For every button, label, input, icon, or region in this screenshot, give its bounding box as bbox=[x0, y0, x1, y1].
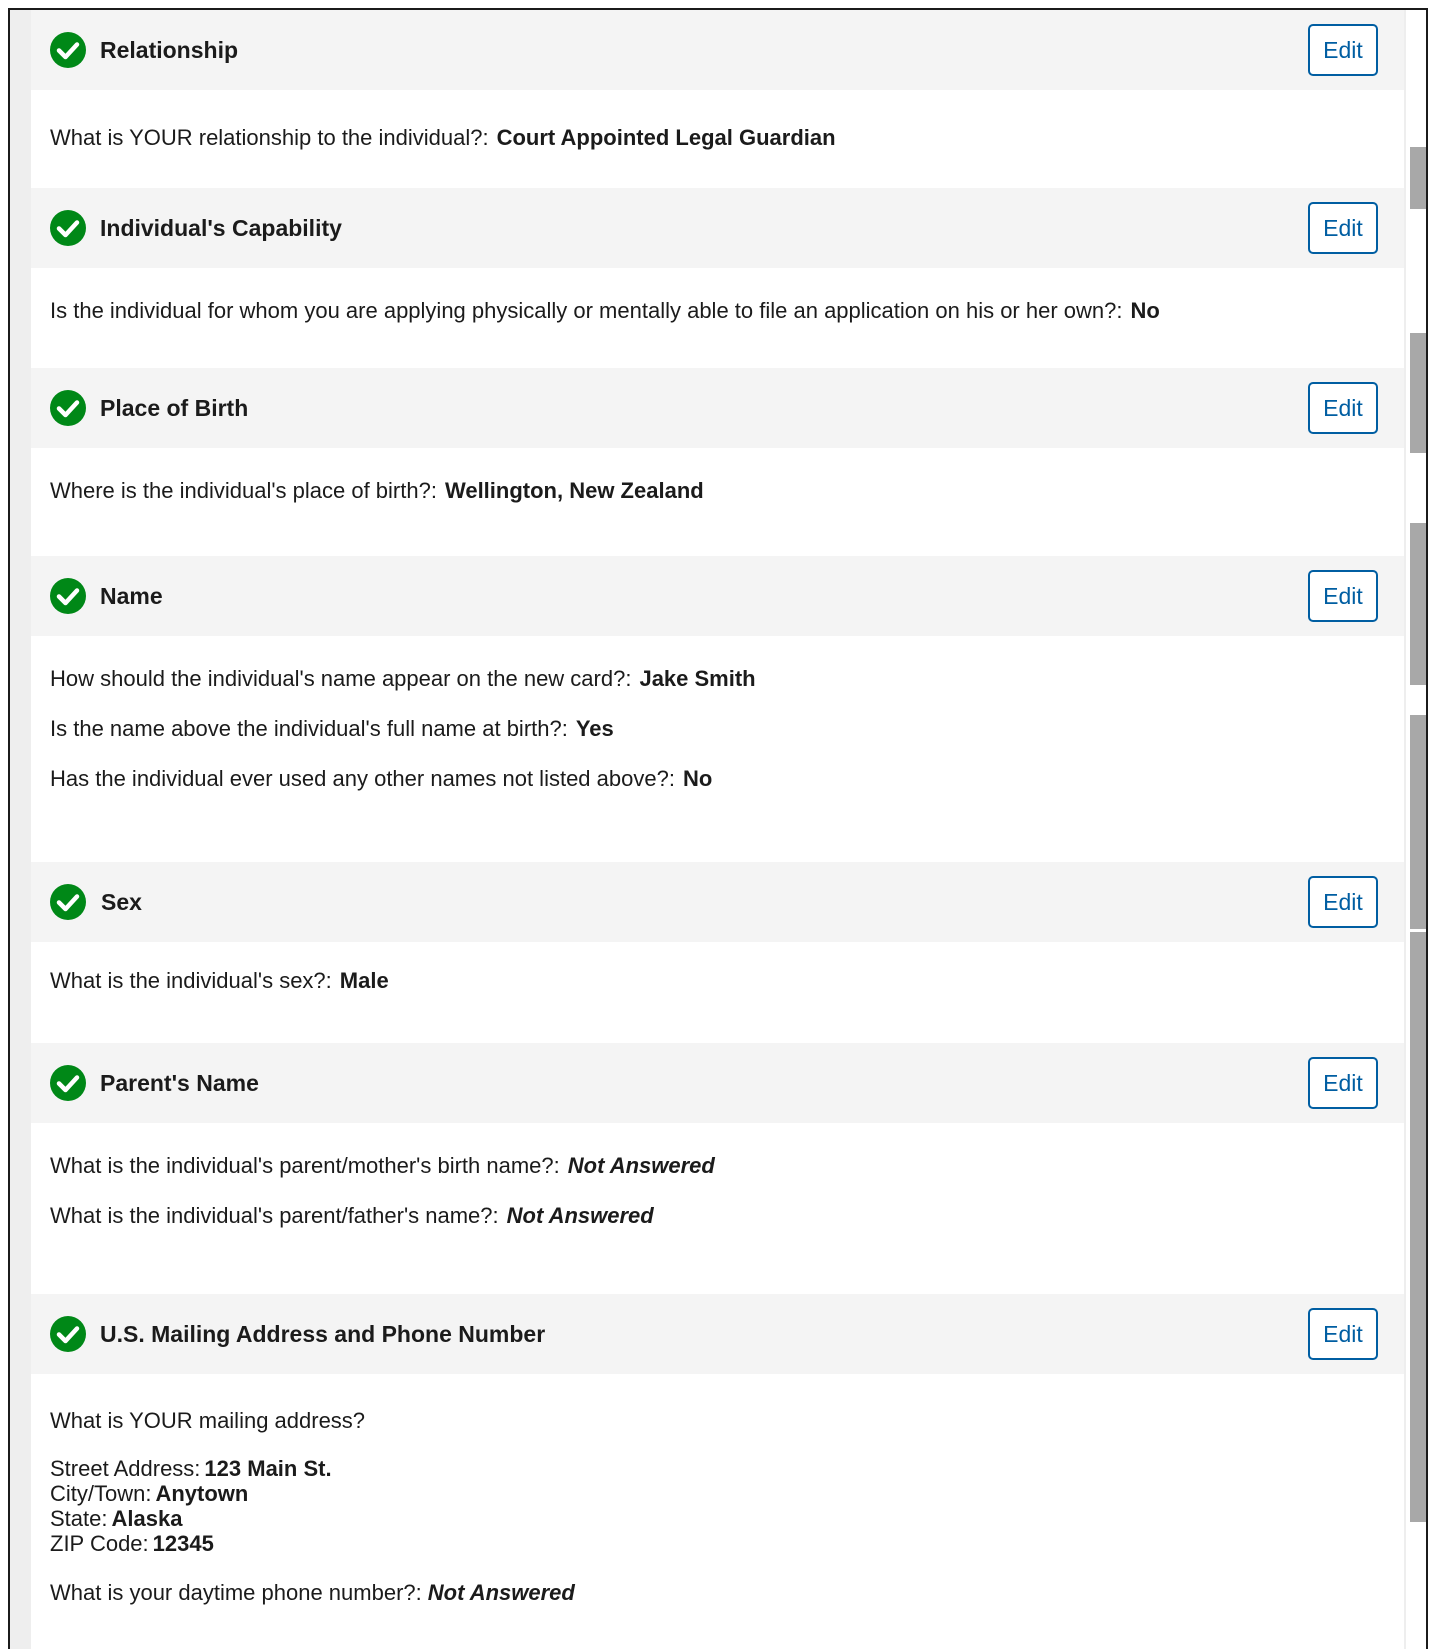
street-address-line: Street Address: 123 Main St. bbox=[50, 1456, 332, 1482]
scrollbar-thumb[interactable] bbox=[1410, 715, 1426, 929]
edit-parents-name-button[interactable]: Edit bbox=[1308, 1057, 1378, 1109]
section-header: Individual's Capability Edit bbox=[31, 188, 1404, 268]
review-content: Relationship Edit What is YOUR relations… bbox=[31, 10, 1404, 1649]
section-header: U.S. Mailing Address and Phone Number Ed… bbox=[31, 1294, 1404, 1374]
scrollbar-thumb[interactable] bbox=[1410, 932, 1426, 1522]
scrollbar-thumb[interactable] bbox=[1410, 333, 1426, 453]
section-title: Sex bbox=[101, 889, 142, 915]
answer-row: Where is the individual's place of birth… bbox=[50, 478, 704, 504]
answer-row: What is your daytime phone number?: Not A… bbox=[50, 1580, 575, 1606]
check-circle-icon bbox=[50, 1316, 86, 1352]
answer-value: Court Appointed Legal Guardian bbox=[496, 125, 836, 150]
answer-row: What is YOUR relationship to the individ… bbox=[50, 125, 836, 151]
section-title: Individual's Capability bbox=[100, 215, 342, 241]
scrollbar-thumb[interactable] bbox=[1410, 523, 1426, 685]
check-circle-icon bbox=[50, 884, 86, 920]
question-text: What is the individual's sex?: bbox=[50, 968, 332, 993]
section-title: Parent's Name bbox=[100, 1070, 259, 1096]
answer-value: Not Answered bbox=[506, 1203, 654, 1228]
answer-value: Wellington, New Zealand bbox=[444, 478, 704, 503]
answer-row: What is the individual's parent/mother's… bbox=[50, 1153, 715, 1179]
question-text: What is the individual's parent/father's… bbox=[50, 1203, 499, 1228]
section-title: U.S. Mailing Address and Phone Number bbox=[100, 1321, 546, 1347]
state-label: State: bbox=[50, 1506, 108, 1531]
street-label: Street Address: bbox=[50, 1456, 201, 1481]
edit-capability-button[interactable]: Edit bbox=[1308, 202, 1378, 254]
state-line: State: Alaska bbox=[50, 1506, 182, 1532]
edit-sex-button[interactable]: Edit bbox=[1308, 876, 1378, 928]
question-text: Is the name above the individual's full … bbox=[50, 716, 568, 741]
section-header: Parent's Name Edit bbox=[31, 1043, 1404, 1123]
edit-relationship-button[interactable]: Edit bbox=[1308, 24, 1378, 76]
question-text: Has the individual ever used any other n… bbox=[50, 766, 675, 791]
scrollbar[interactable] bbox=[1406, 10, 1426, 1649]
review-panel: Relationship Edit What is YOUR relations… bbox=[8, 8, 1428, 1649]
answer-row: Is the individual for whom you are apply… bbox=[50, 298, 1160, 324]
check-circle-icon bbox=[50, 578, 86, 614]
answer-row: Has the individual ever used any other n… bbox=[50, 766, 712, 792]
section-header: Place of Birth Edit bbox=[31, 368, 1404, 448]
answer-row: What is the individual's sex?: Male bbox=[50, 968, 389, 994]
city-line: City/Town: Anytown bbox=[50, 1481, 248, 1507]
answer-row: How should the individual's name appear … bbox=[50, 666, 756, 692]
answer-value: Not Answered bbox=[567, 1153, 715, 1178]
edit-place-of-birth-button[interactable]: Edit bbox=[1308, 382, 1378, 434]
edit-mailing-address-button[interactable]: Edit bbox=[1308, 1308, 1378, 1360]
section-title: Place of Birth bbox=[100, 395, 249, 421]
answer-value: Male bbox=[339, 968, 389, 993]
answer-value: Yes bbox=[575, 716, 614, 741]
section-title: Name bbox=[100, 583, 163, 609]
section-title: Relationship bbox=[100, 37, 239, 63]
check-circle-icon bbox=[50, 210, 86, 246]
zip-line: ZIP Code: 12345 bbox=[50, 1531, 214, 1557]
city-label: City/Town: bbox=[50, 1481, 152, 1506]
state-value: Alaska bbox=[111, 1506, 183, 1531]
question-text: What is YOUR relationship to the individ… bbox=[50, 125, 489, 150]
answer-row: Is the name above the individual's full … bbox=[50, 716, 614, 742]
section-header: Relationship Edit bbox=[31, 10, 1404, 90]
section-header: Name Edit bbox=[31, 556, 1404, 636]
edit-name-button[interactable]: Edit bbox=[1308, 570, 1378, 622]
zip-value: 12345 bbox=[152, 1531, 214, 1556]
question-text: Is the individual for whom you are apply… bbox=[50, 298, 1123, 323]
answer-value: Not Answered bbox=[427, 1580, 575, 1605]
scrollbar-thumb[interactable] bbox=[1410, 147, 1426, 209]
section-header: Sex Edit bbox=[31, 862, 1404, 942]
city-value: Anytown bbox=[155, 1481, 249, 1506]
street-value: 123 Main St. bbox=[204, 1456, 332, 1481]
check-circle-icon bbox=[50, 32, 86, 68]
question-text: What is the individual's parent/mother's… bbox=[50, 1153, 560, 1178]
answer-value: No bbox=[1130, 298, 1160, 323]
zip-label: ZIP Code: bbox=[50, 1531, 149, 1556]
question-text: What is your daytime phone number?: bbox=[50, 1580, 422, 1605]
check-circle-icon bbox=[50, 1065, 86, 1101]
answer-row: What is the individual's parent/father's… bbox=[50, 1203, 654, 1229]
answer-value: Jake Smith bbox=[639, 666, 756, 691]
check-circle-icon bbox=[50, 390, 86, 426]
question-text: Where is the individual's place of birth… bbox=[50, 478, 437, 503]
question-text: How should the individual's name appear … bbox=[50, 666, 632, 691]
answer-value: No bbox=[682, 766, 713, 791]
mailing-question: What is YOUR mailing address? bbox=[50, 1408, 366, 1433]
